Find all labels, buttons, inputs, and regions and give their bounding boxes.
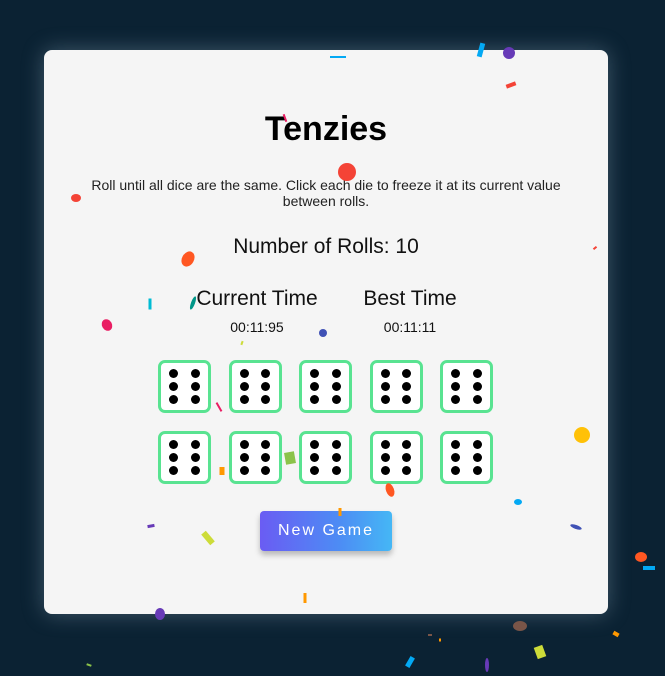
die-pip	[169, 394, 179, 404]
die-pip	[451, 465, 461, 475]
die-4[interactable]	[369, 360, 423, 413]
die-pip	[239, 453, 249, 462]
die-pip	[261, 453, 271, 462]
die-pip	[190, 394, 200, 404]
die-pip	[261, 369, 271, 379]
die-3[interactable]	[299, 360, 352, 413]
die-pip	[402, 369, 412, 379]
die-pip	[261, 382, 271, 391]
best-time-label: Best Time	[363, 287, 457, 310]
confetti-piece	[612, 630, 620, 638]
die-pip	[472, 382, 482, 391]
die-pip	[190, 465, 200, 475]
die-pip	[310, 453, 320, 462]
die-pip	[451, 453, 461, 462]
confetti-piece	[439, 638, 441, 642]
die-pip	[169, 382, 179, 391]
die-8[interactable]	[299, 431, 352, 484]
die-pip	[331, 465, 341, 475]
new-game-button[interactable]: New Game	[260, 511, 392, 551]
die-pip	[402, 453, 412, 462]
die-1[interactable]	[158, 360, 211, 413]
die-pip	[380, 453, 390, 462]
die-pip	[402, 440, 412, 450]
die-pip	[239, 382, 249, 391]
die-pip	[261, 465, 271, 475]
die-pip	[190, 440, 200, 450]
confetti-piece	[86, 663, 92, 667]
die-pip	[239, 369, 249, 379]
die-5[interactable]	[440, 360, 493, 413]
die-pip	[402, 382, 412, 391]
game-card: Tenzies Roll until all dice are the same…	[44, 50, 608, 614]
die-pip	[190, 369, 200, 379]
die-10[interactable]	[440, 431, 493, 484]
die-pip	[169, 453, 179, 462]
die-pip	[331, 394, 341, 404]
die-pip	[380, 465, 390, 475]
die-pip	[310, 440, 320, 450]
die-pip	[402, 394, 412, 404]
die-pip	[451, 382, 461, 391]
instructions-text: Roll until all dice are the same. Click …	[91, 177, 561, 209]
die-pip	[380, 394, 390, 404]
die-pip	[239, 394, 249, 404]
game-title: Tenzies	[264, 110, 388, 148]
die-7[interactable]	[228, 431, 282, 484]
die-pip	[380, 369, 390, 379]
confetti-piece	[485, 658, 489, 672]
confetti-piece	[635, 552, 647, 562]
die-pip	[472, 465, 482, 475]
die-9[interactable]	[369, 431, 423, 484]
die-pip	[380, 440, 390, 450]
rolls-counter: Number of Rolls: 10	[233, 235, 419, 258]
die-pip	[190, 453, 200, 462]
die-pip	[261, 394, 271, 404]
die-pip	[472, 440, 482, 450]
die-pip	[331, 453, 341, 462]
die-pip	[190, 382, 200, 391]
die-pip	[310, 369, 320, 379]
die-pip	[239, 440, 249, 450]
die-pip	[331, 440, 341, 450]
current-time-label: Current Time	[196, 287, 318, 310]
die-pip	[451, 369, 461, 379]
die-pip	[472, 453, 482, 462]
confetti-piece	[533, 644, 547, 660]
die-pip	[310, 465, 320, 475]
die-pip	[451, 394, 461, 404]
die-pip	[402, 465, 412, 475]
die-pip	[239, 465, 249, 475]
confetti-piece	[405, 655, 415, 669]
confetti-piece	[643, 566, 655, 570]
die-pip	[310, 382, 320, 391]
die-pip	[380, 382, 390, 391]
die-2[interactable]	[228, 360, 282, 413]
dice-grid	[158, 360, 493, 484]
die-pip	[472, 394, 482, 404]
die-pip	[331, 369, 341, 379]
die-pip	[169, 440, 179, 450]
die-pip	[331, 382, 341, 391]
best-time-value: 00:11:11	[383, 319, 437, 335]
die-pip	[451, 440, 461, 450]
confetti-piece	[428, 634, 432, 636]
confetti-piece	[513, 621, 527, 631]
die-pip	[169, 465, 179, 475]
die-pip	[310, 394, 320, 404]
die-pip	[169, 369, 179, 379]
die-6[interactable]	[158, 431, 211, 484]
current-time-value: 00:11:95	[230, 319, 284, 335]
die-pip	[261, 440, 271, 450]
die-pip	[472, 369, 482, 379]
